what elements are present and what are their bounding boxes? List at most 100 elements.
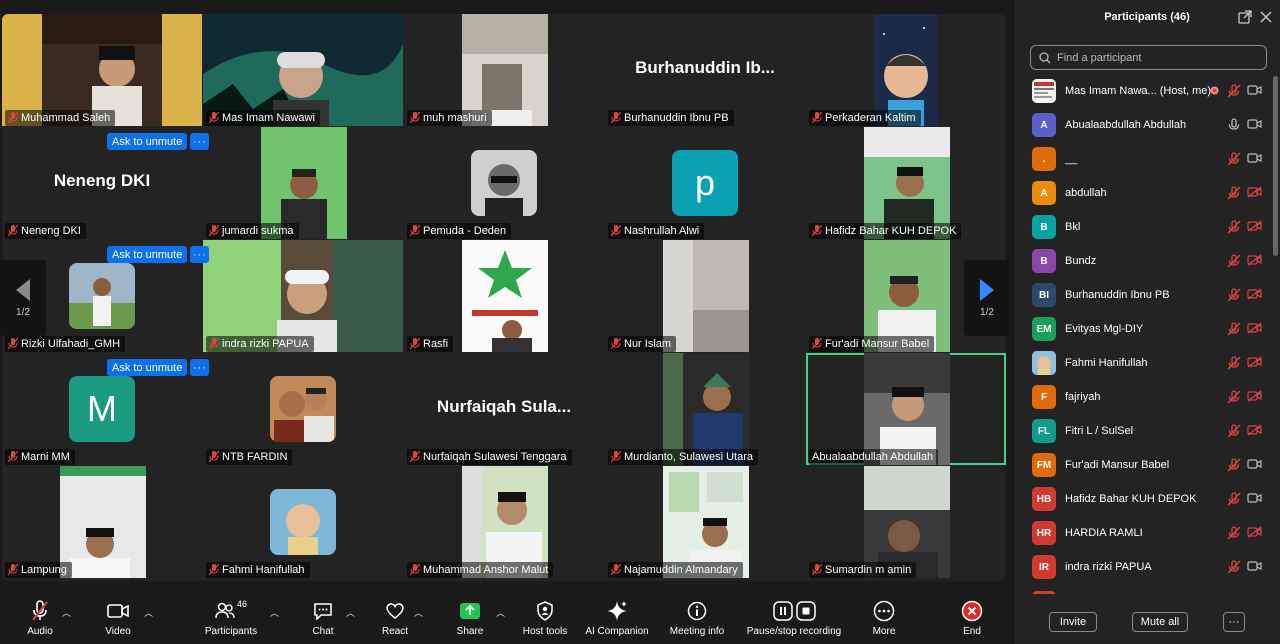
more-button[interactable]: More [866, 598, 902, 642]
video-tile[interactable]: Fahmi Hanifullah [203, 466, 403, 578]
muted-mic-icon[interactable] [1227, 526, 1241, 540]
video-tile[interactable]: NTB FARDIN [203, 353, 403, 465]
video-on-icon[interactable] [1247, 118, 1262, 130]
muted-mic-icon[interactable] [1227, 254, 1241, 268]
ai-companion-button[interactable]: AI Companion [584, 598, 650, 642]
video-tile[interactable]: Nurfaiqah Sula... Nurfaiqah Sulawesi Ten… [404, 353, 604, 465]
active-speaker-tile[interactable]: Abualaabdullah Abdullah [806, 353, 1006, 465]
video-tile[interactable]: Muhammad Anshor Malut [404, 466, 604, 578]
muted-mic-icon[interactable] [1227, 288, 1241, 302]
chevron-up-icon[interactable]: ︿ [346, 606, 355, 619]
close-icon[interactable] [1260, 11, 1272, 23]
pop-out-icon[interactable] [1238, 10, 1252, 24]
more-options-button[interactable]: ··· [190, 246, 210, 263]
video-tile[interactable]: Pemuda - Deden [404, 127, 604, 239]
invite-button[interactable]: Invite [1049, 612, 1097, 632]
muted-mic-icon[interactable] [1227, 84, 1241, 98]
video-tile[interactable]: Sumardin m amin [806, 466, 1006, 578]
chevron-up-icon[interactable]: ︿ [496, 606, 505, 619]
muted-mic-icon[interactable] [1227, 356, 1241, 370]
chevron-up-icon[interactable]: ︿ [62, 606, 71, 619]
video-off-icon[interactable] [1247, 526, 1262, 538]
next-page-button[interactable]: 1/2 [964, 260, 1010, 336]
search-input[interactable] [1057, 51, 1257, 64]
video-off-icon[interactable] [1247, 220, 1262, 232]
muted-mic-icon[interactable] [1227, 424, 1241, 438]
video-off-icon[interactable] [1247, 322, 1262, 334]
video-off-icon[interactable] [1247, 424, 1262, 436]
participant-row[interactable]: F fajriyah [1014, 380, 1272, 414]
more-options-button[interactable]: ··· [190, 359, 210, 376]
chevron-up-icon[interactable]: ︿ [414, 606, 423, 619]
video-on-icon[interactable] [1247, 458, 1262, 470]
participant-row[interactable]: HB Hafidz Bahar KUH DEPOK [1014, 482, 1272, 516]
video-tile[interactable]: Perkaderan Kaltim [806, 14, 1006, 126]
share-button[interactable]: Share [452, 598, 488, 642]
meeting-info-button[interactable]: Meeting info [666, 598, 728, 642]
mic-on-icon[interactable] [1227, 118, 1241, 132]
video-tile[interactable]: Muhammad Saleh [2, 14, 202, 126]
video-tile[interactable]: p Nashrullah Alwi [605, 127, 805, 239]
participant-row[interactable]: A Abualaabdullah Abdullah [1014, 108, 1272, 142]
chevron-up-icon[interactable]: ︿ [144, 606, 153, 619]
muted-mic-icon[interactable] [1227, 492, 1241, 506]
video-tile[interactable]: Najamuddin Almandary [605, 466, 805, 578]
participant-row[interactable]: IR indra rizki PAPUA [1014, 550, 1272, 584]
video-on-icon[interactable] [1247, 84, 1262, 96]
participant-row[interactable]: FM Fur'adi Mansur Babel [1014, 448, 1272, 482]
participant-row[interactable]: Mas Imam Nawa... (Host, me) [1014, 74, 1272, 108]
video-tile[interactable]: Murdianto, Sulawesi Utara [605, 353, 805, 465]
more-options-button[interactable]: ··· [190, 133, 210, 150]
video-on-icon[interactable] [1247, 152, 1262, 164]
video-tile[interactable]: Nur Islam [605, 240, 805, 352]
participant-row[interactable]: Fahmi Hanifullah [1014, 346, 1272, 380]
react-button[interactable]: React [377, 598, 413, 642]
video-on-icon[interactable] [1247, 492, 1262, 504]
ask-to-unmute-button[interactable]: Ask to unmute [107, 246, 188, 263]
video-tile[interactable]: Lampung [2, 466, 202, 578]
muted-mic-icon[interactable] [1227, 186, 1241, 200]
muted-mic-icon[interactable] [1227, 322, 1241, 336]
muted-mic-icon[interactable] [1227, 458, 1241, 472]
previous-page-button[interactable]: 1/2 [0, 260, 46, 336]
host-tools-button[interactable]: Host tools [519, 598, 571, 642]
ask-to-unmute-button[interactable]: Ask to unmute [107, 133, 188, 150]
chat-button[interactable]: Chat [305, 598, 341, 642]
muted-mic-icon[interactable] [1227, 152, 1241, 166]
muted-mic-icon[interactable] [1227, 390, 1241, 404]
pause-stop-recording-button[interactable]: Pause/stop recording [744, 598, 844, 642]
video-tile[interactable]: Hafidz Bahar KUH DEPOK [806, 127, 1006, 239]
chevron-up-icon[interactable]: ︿ [270, 606, 279, 619]
participants-button[interactable]: 46 Participants [201, 598, 261, 642]
participant-row[interactable]: FL Fitri L / SulSel [1014, 414, 1272, 448]
video-off-icon[interactable] [1247, 356, 1262, 368]
video-on-icon[interactable] [1247, 560, 1262, 572]
participant-row[interactable]: EM Evityas Mgl-DIY [1014, 312, 1272, 346]
participant-row[interactable]: BI Burhanuddin Ibnu PB [1014, 278, 1272, 312]
participant-row[interactable] [1014, 586, 1272, 594]
muted-mic-icon[interactable] [1227, 220, 1241, 234]
participants-scrollbar[interactable] [1273, 76, 1278, 256]
video-off-icon[interactable] [1247, 254, 1262, 266]
video-tile[interactable]: Rasfi [404, 240, 604, 352]
audio-button[interactable]: Audio [22, 598, 58, 642]
video-off-icon[interactable] [1247, 186, 1262, 198]
participant-row[interactable]: HR HARDIA RAMLI [1014, 516, 1272, 550]
video-tile[interactable]: Burhanuddin Ib... Burhanuddin Ibnu PB [605, 14, 805, 126]
video-off-icon[interactable] [1247, 390, 1262, 402]
video-tile[interactable]: muh mashuri [404, 14, 604, 126]
participant-row[interactable]: A abdullah [1014, 176, 1272, 210]
muted-mic-icon[interactable] [1227, 560, 1241, 574]
video-button[interactable]: Video [100, 598, 136, 642]
video-tile[interactable]: Mas Imam Nawawi [203, 14, 403, 126]
video-tile[interactable]: indra rizki PAPUA [203, 240, 403, 352]
ask-to-unmute-button[interactable]: Ask to unmute [107, 359, 188, 376]
video-tile[interactable]: jumardi sukma [203, 127, 403, 239]
participant-row[interactable]: . __ [1014, 142, 1272, 176]
participant-row[interactable]: B Bundz [1014, 244, 1272, 278]
participant-row[interactable]: B Bkl [1014, 210, 1272, 244]
video-off-icon[interactable] [1247, 288, 1262, 300]
mute-all-button[interactable]: Mute all [1132, 612, 1188, 632]
more-options-button[interactable]: ··· [1223, 612, 1245, 632]
end-meeting-button[interactable]: End [954, 598, 990, 642]
